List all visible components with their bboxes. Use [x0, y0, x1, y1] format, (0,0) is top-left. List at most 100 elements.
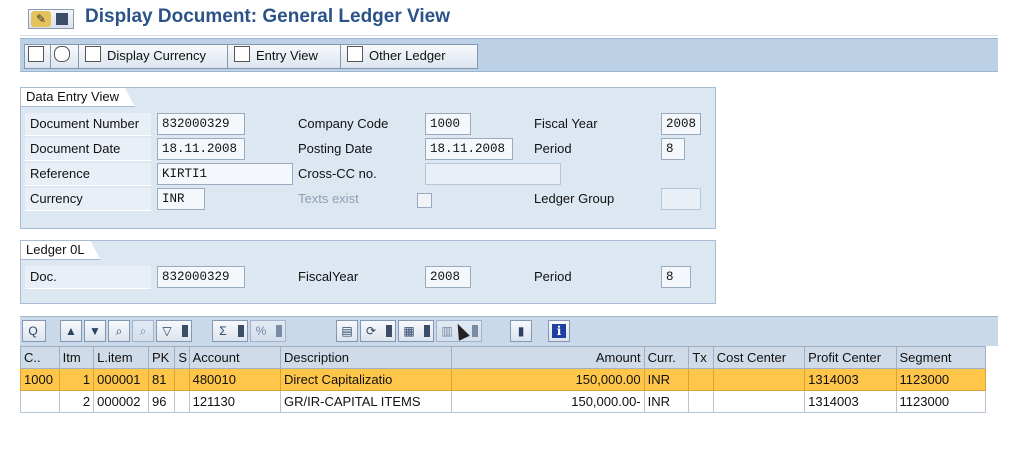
- info-button[interactable]: i: [548, 320, 570, 342]
- texts-exist-checkbox[interactable]: [417, 193, 432, 208]
- ledger-icon: [347, 46, 363, 62]
- table-cell[interactable]: Direct Capitalizatio: [280, 368, 452, 391]
- reference-field[interactable]: KIRTI1: [157, 163, 293, 185]
- table-cell[interactable]: [712, 390, 806, 413]
- column-header[interactable]: Description: [280, 346, 452, 369]
- total-dropdown-icon: [238, 325, 244, 337]
- table-cell[interactable]: 1123000: [895, 390, 987, 413]
- table-cell[interactable]: INR: [643, 390, 690, 413]
- entry-view-button[interactable]: Entry View: [227, 44, 349, 69]
- sum-icon: Σ: [219, 324, 227, 338]
- table-cell[interactable]: 150,000.00: [450, 368, 645, 391]
- display-icon: ✎: [31, 11, 51, 27]
- document-header-icon: [28, 46, 44, 62]
- table-cell[interactable]: 1314003: [804, 368, 897, 391]
- column-header[interactable]: Segment: [895, 346, 987, 369]
- table-cell[interactable]: 2: [58, 390, 95, 413]
- find-button[interactable]: ⌕: [108, 320, 130, 342]
- table-cell[interactable]: INR: [643, 368, 690, 391]
- table-cell[interactable]: 96: [147, 390, 176, 413]
- document-number-field[interactable]: 832000329: [157, 113, 245, 135]
- table-cell[interactable]: GR/IR-CAPITAL ITEMS: [280, 390, 452, 413]
- details-button[interactable]: Q: [22, 320, 46, 342]
- ledger-period-field[interactable]: 8: [661, 266, 691, 288]
- sort-ascending-button[interactable]: ▲: [60, 320, 82, 342]
- display-currency-button[interactable]: Display Currency: [78, 44, 236, 69]
- table-cell[interactable]: [712, 368, 806, 391]
- table-cell[interactable]: [174, 390, 190, 413]
- print-preview-button[interactable]: ▤: [336, 320, 358, 342]
- find-next-icon: ⌕: [139, 324, 147, 338]
- export-button[interactable]: ⟳: [360, 320, 396, 342]
- application-toolbar: Display Currency Entry View Other Ledger: [20, 38, 998, 72]
- graphic-button[interactable]: ▮: [510, 320, 532, 342]
- document-date-label: Document Date: [30, 141, 121, 156]
- column-header[interactable]: Cost Center: [712, 346, 806, 369]
- ledger-fiscal-year-field[interactable]: 2008: [425, 266, 471, 288]
- table-cell[interactable]: 1314003: [804, 390, 897, 413]
- period-field[interactable]: 8: [661, 138, 685, 160]
- line-items-table: C.. Itm L.item PK S Account Description …: [20, 346, 987, 413]
- subtotal-dropdown-icon: [276, 325, 282, 337]
- column-header[interactable]: Curr.: [643, 346, 690, 369]
- filter-dropdown-icon: [182, 325, 188, 337]
- company-code-label: Company Code: [298, 116, 389, 131]
- table-row[interactable]: 2 000002 96 121130 GR/IR-CAPITAL ITEMS 1…: [20, 390, 987, 413]
- column-header[interactable]: Tx: [688, 346, 714, 369]
- views-dropdown-icon: [472, 325, 478, 337]
- other-ledger-label: Other Ledger: [369, 48, 446, 63]
- column-header[interactable]: L.item: [93, 346, 149, 369]
- column-header[interactable]: Profit Center: [804, 346, 897, 369]
- column-header[interactable]: Account: [188, 346, 282, 369]
- column-header[interactable]: PK: [147, 346, 176, 369]
- table-cell[interactable]: 1: [58, 368, 95, 391]
- table-cell[interactable]: 150,000.00-: [450, 390, 645, 413]
- table-row[interactable]: 1000 1 000001 81 480010 Direct Capitaliz…: [20, 368, 987, 391]
- ledger-group-field[interactable]: [661, 188, 701, 210]
- document-date-field[interactable]: 18.11.2008: [157, 138, 245, 160]
- table-cell[interactable]: 81: [147, 368, 176, 391]
- subtotal-button[interactable]: %: [250, 320, 286, 342]
- find-next-button[interactable]: ⌕: [132, 320, 154, 342]
- page-title: Display Document: General Ledger View: [85, 6, 450, 27]
- texts-exist-label: Texts exist: [298, 191, 359, 206]
- sort-descending-icon: ▼: [89, 324, 101, 338]
- table-cell[interactable]: [688, 390, 714, 413]
- system-menu-button[interactable]: ✎: [28, 9, 74, 29]
- column-header[interactable]: S: [174, 346, 190, 369]
- sort-descending-button[interactable]: ▼: [84, 320, 106, 342]
- ledger-doc-field[interactable]: 832000329: [157, 266, 245, 288]
- info-icon: i: [552, 324, 566, 338]
- cross-cc-field[interactable]: [425, 163, 561, 185]
- table-cell[interactable]: [20, 390, 60, 413]
- currency-field[interactable]: INR: [157, 188, 205, 210]
- table-cell[interactable]: 1123000: [895, 368, 987, 391]
- currency-label: Currency: [30, 191, 83, 206]
- filter-button[interactable]: ▽: [156, 320, 192, 342]
- table-cell[interactable]: [174, 368, 190, 391]
- table-cell[interactable]: 000002: [93, 390, 149, 413]
- ledger-period-label: Period: [534, 269, 572, 284]
- reference-label: Reference: [30, 166, 90, 181]
- total-button[interactable]: Σ: [212, 320, 248, 342]
- column-header[interactable]: Amount: [450, 346, 645, 369]
- fiscal-year-field[interactable]: 2008: [661, 113, 701, 135]
- table-cell[interactable]: 480010: [188, 368, 282, 391]
- posting-date-field[interactable]: 18.11.2008: [425, 138, 513, 160]
- layout-button[interactable]: ▦: [398, 320, 434, 342]
- table-cell[interactable]: 000001: [93, 368, 149, 391]
- display-currency-label: Display Currency: [107, 48, 206, 63]
- column-header[interactable]: C..: [20, 346, 60, 369]
- table-cell[interactable]: 1000: [20, 368, 60, 391]
- cross-cc-label: Cross-CC no.: [298, 166, 377, 181]
- table-header-row: C.. Itm L.item PK S Account Description …: [20, 346, 987, 369]
- display-document-button[interactable]: [50, 44, 80, 69]
- ledger-fiscal-year-label: FiscalYear: [298, 269, 359, 284]
- company-code-field[interactable]: 1000: [425, 113, 471, 135]
- column-header[interactable]: Itm: [58, 346, 95, 369]
- other-ledger-button[interactable]: Other Ledger: [340, 44, 478, 69]
- table-cell[interactable]: 121130: [188, 390, 282, 413]
- ledger-doc-label: Doc.: [30, 269, 57, 284]
- magnifier-icon: Q: [28, 324, 38, 338]
- table-cell[interactable]: [688, 368, 714, 391]
